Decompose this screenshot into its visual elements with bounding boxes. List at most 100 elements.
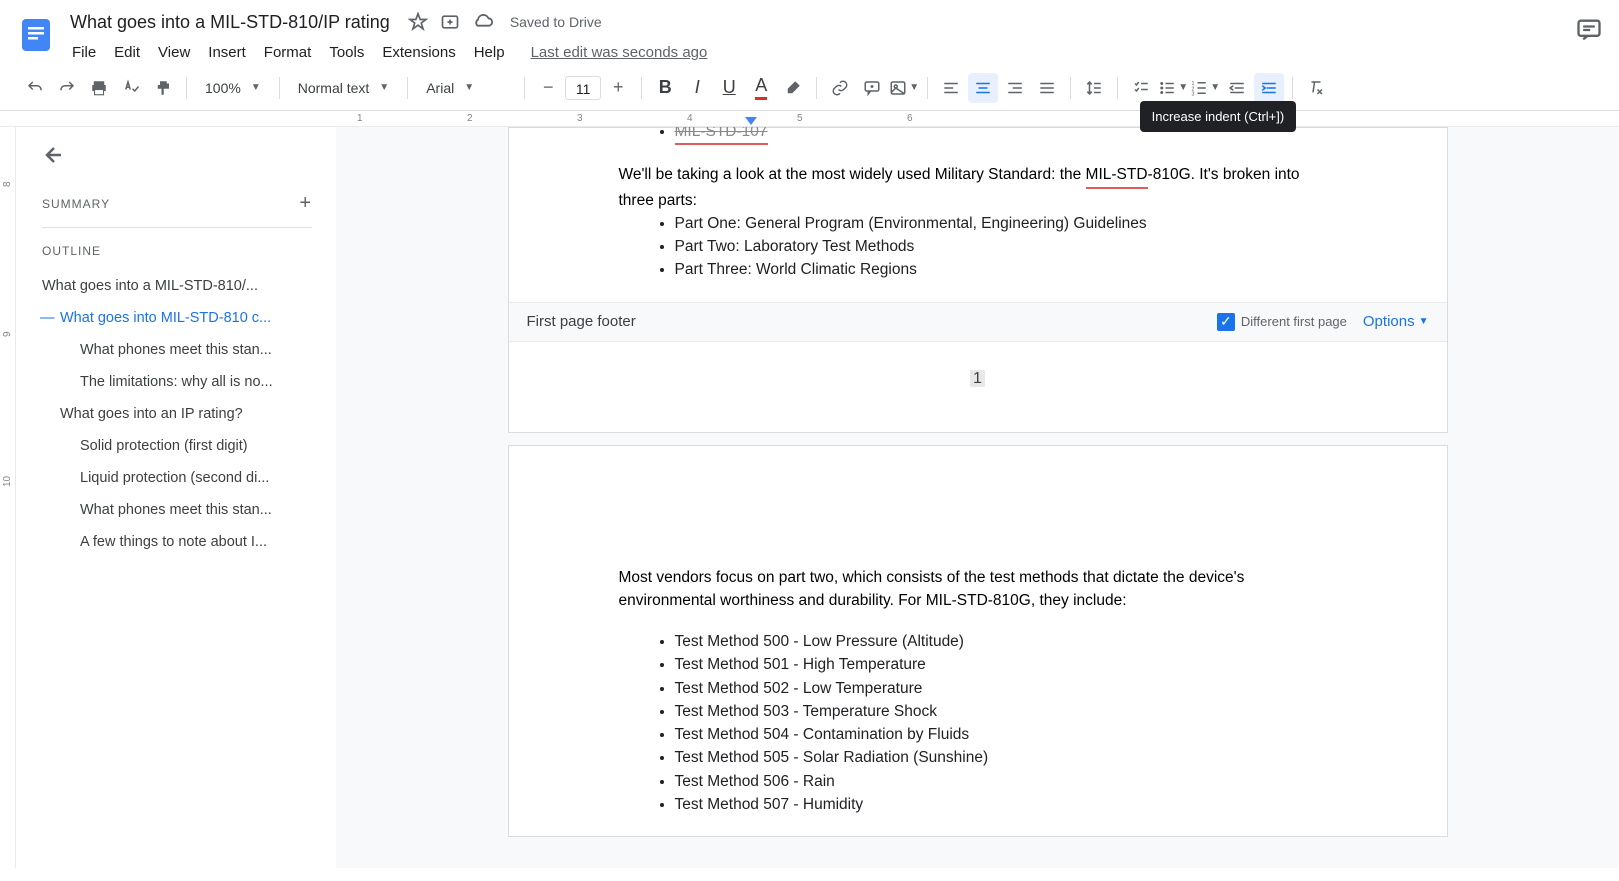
redo-button[interactable] [52,73,82,103]
svg-text:3: 3 [1192,91,1195,97]
outline-header: OUTLINE [42,244,312,258]
style-select[interactable]: Normal text▼ [288,73,399,103]
different-first-page-checkbox[interactable]: ✓ [1217,313,1235,331]
increase-indent-button[interactable]: Increase indent (Ctrl+]) [1254,73,1284,103]
decrease-indent-button[interactable] [1222,73,1252,103]
docs-logo-icon[interactable] [16,8,56,62]
outline-sidebar: SUMMARY + OUTLINE What goes into a MIL-S… [16,127,336,868]
italic-button[interactable]: I [682,73,712,103]
align-center-button[interactable] [968,73,998,103]
horizontal-ruler[interactable]: 1 2 3 4 5 6 [0,111,1619,127]
menu-extensions[interactable]: Extensions [374,40,463,65]
image-button[interactable]: ▼ [889,73,919,103]
menu-view[interactable]: View [150,40,198,65]
ruler-mark: 4 [687,113,693,124]
star-icon[interactable] [408,12,428,32]
zoom-select[interactable]: 100%▼ [195,73,271,103]
summary-header: SUMMARY + [42,192,312,215]
document-title[interactable]: What goes into a MIL-STD-810/IP rating [64,10,396,35]
list-item[interactable]: Test Method 500 - Low Pressure (Altitude… [675,630,1337,653]
font-select[interactable]: Arial▼ [416,73,516,103]
align-left-button[interactable] [936,73,966,103]
font-size-decrease-button[interactable]: − [533,73,563,103]
list-item[interactable]: Part Two: Laboratory Test Methods [675,235,1337,258]
outline-item[interactable]: Solid protection (first digit) [32,430,312,462]
app-header: What goes into a MIL-STD-810/IP rating S… [0,0,1619,65]
list-item[interactable]: Test Method 506 - Rain [675,770,1337,793]
toolbar: 100%▼ Normal text▼ Arial▼ − 11 + B I U A… [0,65,1619,111]
align-right-button[interactable] [1000,73,1030,103]
outline-item[interactable]: What phones meet this stan... [32,494,312,526]
cloud-saved-icon[interactable] [472,11,494,33]
page-2[interactable]: Most vendors focus on part two, which co… [508,445,1448,838]
menu-insert[interactable]: Insert [200,40,254,65]
doc-text[interactable]: We'll be taking a look at the most widel… [619,163,1337,212]
ruler-mark: 10 [2,476,13,487]
outline-item[interactable]: What goes into an IP rating? [32,398,312,430]
menu-file[interactable]: File [64,40,104,65]
ruler-mark: 3 [577,113,583,124]
checklist-button[interactable] [1126,73,1156,103]
tooltip: Increase indent (Ctrl+]) [1140,101,1297,132]
footer-label: First page footer [527,313,636,330]
list-item[interactable]: Test Method 502 - Low Temperature [675,677,1337,700]
last-edit-link[interactable]: Last edit was seconds ago [531,44,708,61]
ruler-mark: 9 [2,331,13,337]
clear-formatting-button[interactable] [1301,73,1331,103]
numbered-list-button[interactable]: 123▼ [1190,73,1220,103]
outline-item[interactable]: Liquid protection (second di... [32,462,312,494]
footer-options-button[interactable]: Options▼ [1363,313,1429,330]
add-summary-icon[interactable]: + [299,192,312,215]
outline-item[interactable]: What phones meet this stan... [32,334,312,366]
font-size-input[interactable]: 11 [565,76,601,100]
outline-item[interactable]: What goes into MIL-STD-810 c... [32,302,312,334]
list-item[interactable]: Test Method 504 - Contamination by Fluid… [675,723,1337,746]
move-icon[interactable] [440,12,460,32]
outline-item[interactable]: A few things to note about I... [32,526,312,558]
back-icon[interactable] [32,143,312,172]
doc-text[interactable]: Most vendors focus on part two, which co… [619,566,1337,613]
menu-bar: File Edit View Insert Format Tools Exten… [64,40,1575,65]
menu-format[interactable]: Format [256,40,320,65]
highlight-button[interactable] [778,73,808,103]
indent-marker-icon[interactable] [745,117,757,125]
list-item[interactable]: Part Three: World Climatic Regions [675,258,1337,281]
align-justify-button[interactable] [1032,73,1062,103]
ruler-mark: 8 [2,181,13,187]
footer-section-bar: First page footer ✓ Different first page… [509,302,1447,342]
list-item[interactable]: Part One: General Program (Environmental… [675,212,1337,235]
menu-edit[interactable]: Edit [106,40,148,65]
print-button[interactable] [84,73,114,103]
font-size-increase-button[interactable]: + [603,73,633,103]
checkbox-label: Different first page [1241,314,1347,329]
ruler-mark: 1 [357,113,363,124]
line-spacing-button[interactable] [1079,73,1109,103]
list-item[interactable]: Test Method 503 - Temperature Shock [675,700,1337,723]
bold-button[interactable]: B [650,73,680,103]
undo-button[interactable] [20,73,50,103]
page-number[interactable]: 1 [970,342,986,432]
bullet-list-button[interactable]: ▼ [1158,73,1188,103]
list-item[interactable]: Test Method 501 - High Temperature [675,653,1337,676]
page-1[interactable]: MIL-STD-107 We'll be taking a look at th… [508,127,1448,433]
menu-help[interactable]: Help [466,40,513,65]
header-main: What goes into a MIL-STD-810/IP rating S… [64,8,1575,65]
text-color-button[interactable]: A [746,73,776,103]
spellcheck-button[interactable] [116,73,146,103]
paint-format-button[interactable] [148,73,178,103]
link-button[interactable] [825,73,855,103]
ruler-mark: 5 [797,113,803,124]
outline-item[interactable]: What goes into a MIL-STD-810/... [32,270,312,302]
saved-status: Saved to Drive [510,14,602,30]
vertical-ruler[interactable]: 8 9 10 [0,127,16,868]
ruler-mark: 6 [907,113,913,124]
comment-button[interactable] [857,73,887,103]
comments-icon[interactable] [1575,16,1603,44]
list-item[interactable]: Test Method 507 - Humidity [675,793,1337,816]
list-item[interactable]: Test Method 505 - Solar Radiation (Sunsh… [675,746,1337,769]
underline-button[interactable]: U [714,73,744,103]
ruler-mark: 2 [467,113,473,124]
document-canvas[interactable]: MIL-STD-107 We'll be taking a look at th… [336,127,1619,868]
outline-item[interactable]: The limitations: why all is no... [32,366,312,398]
menu-tools[interactable]: Tools [321,40,372,65]
